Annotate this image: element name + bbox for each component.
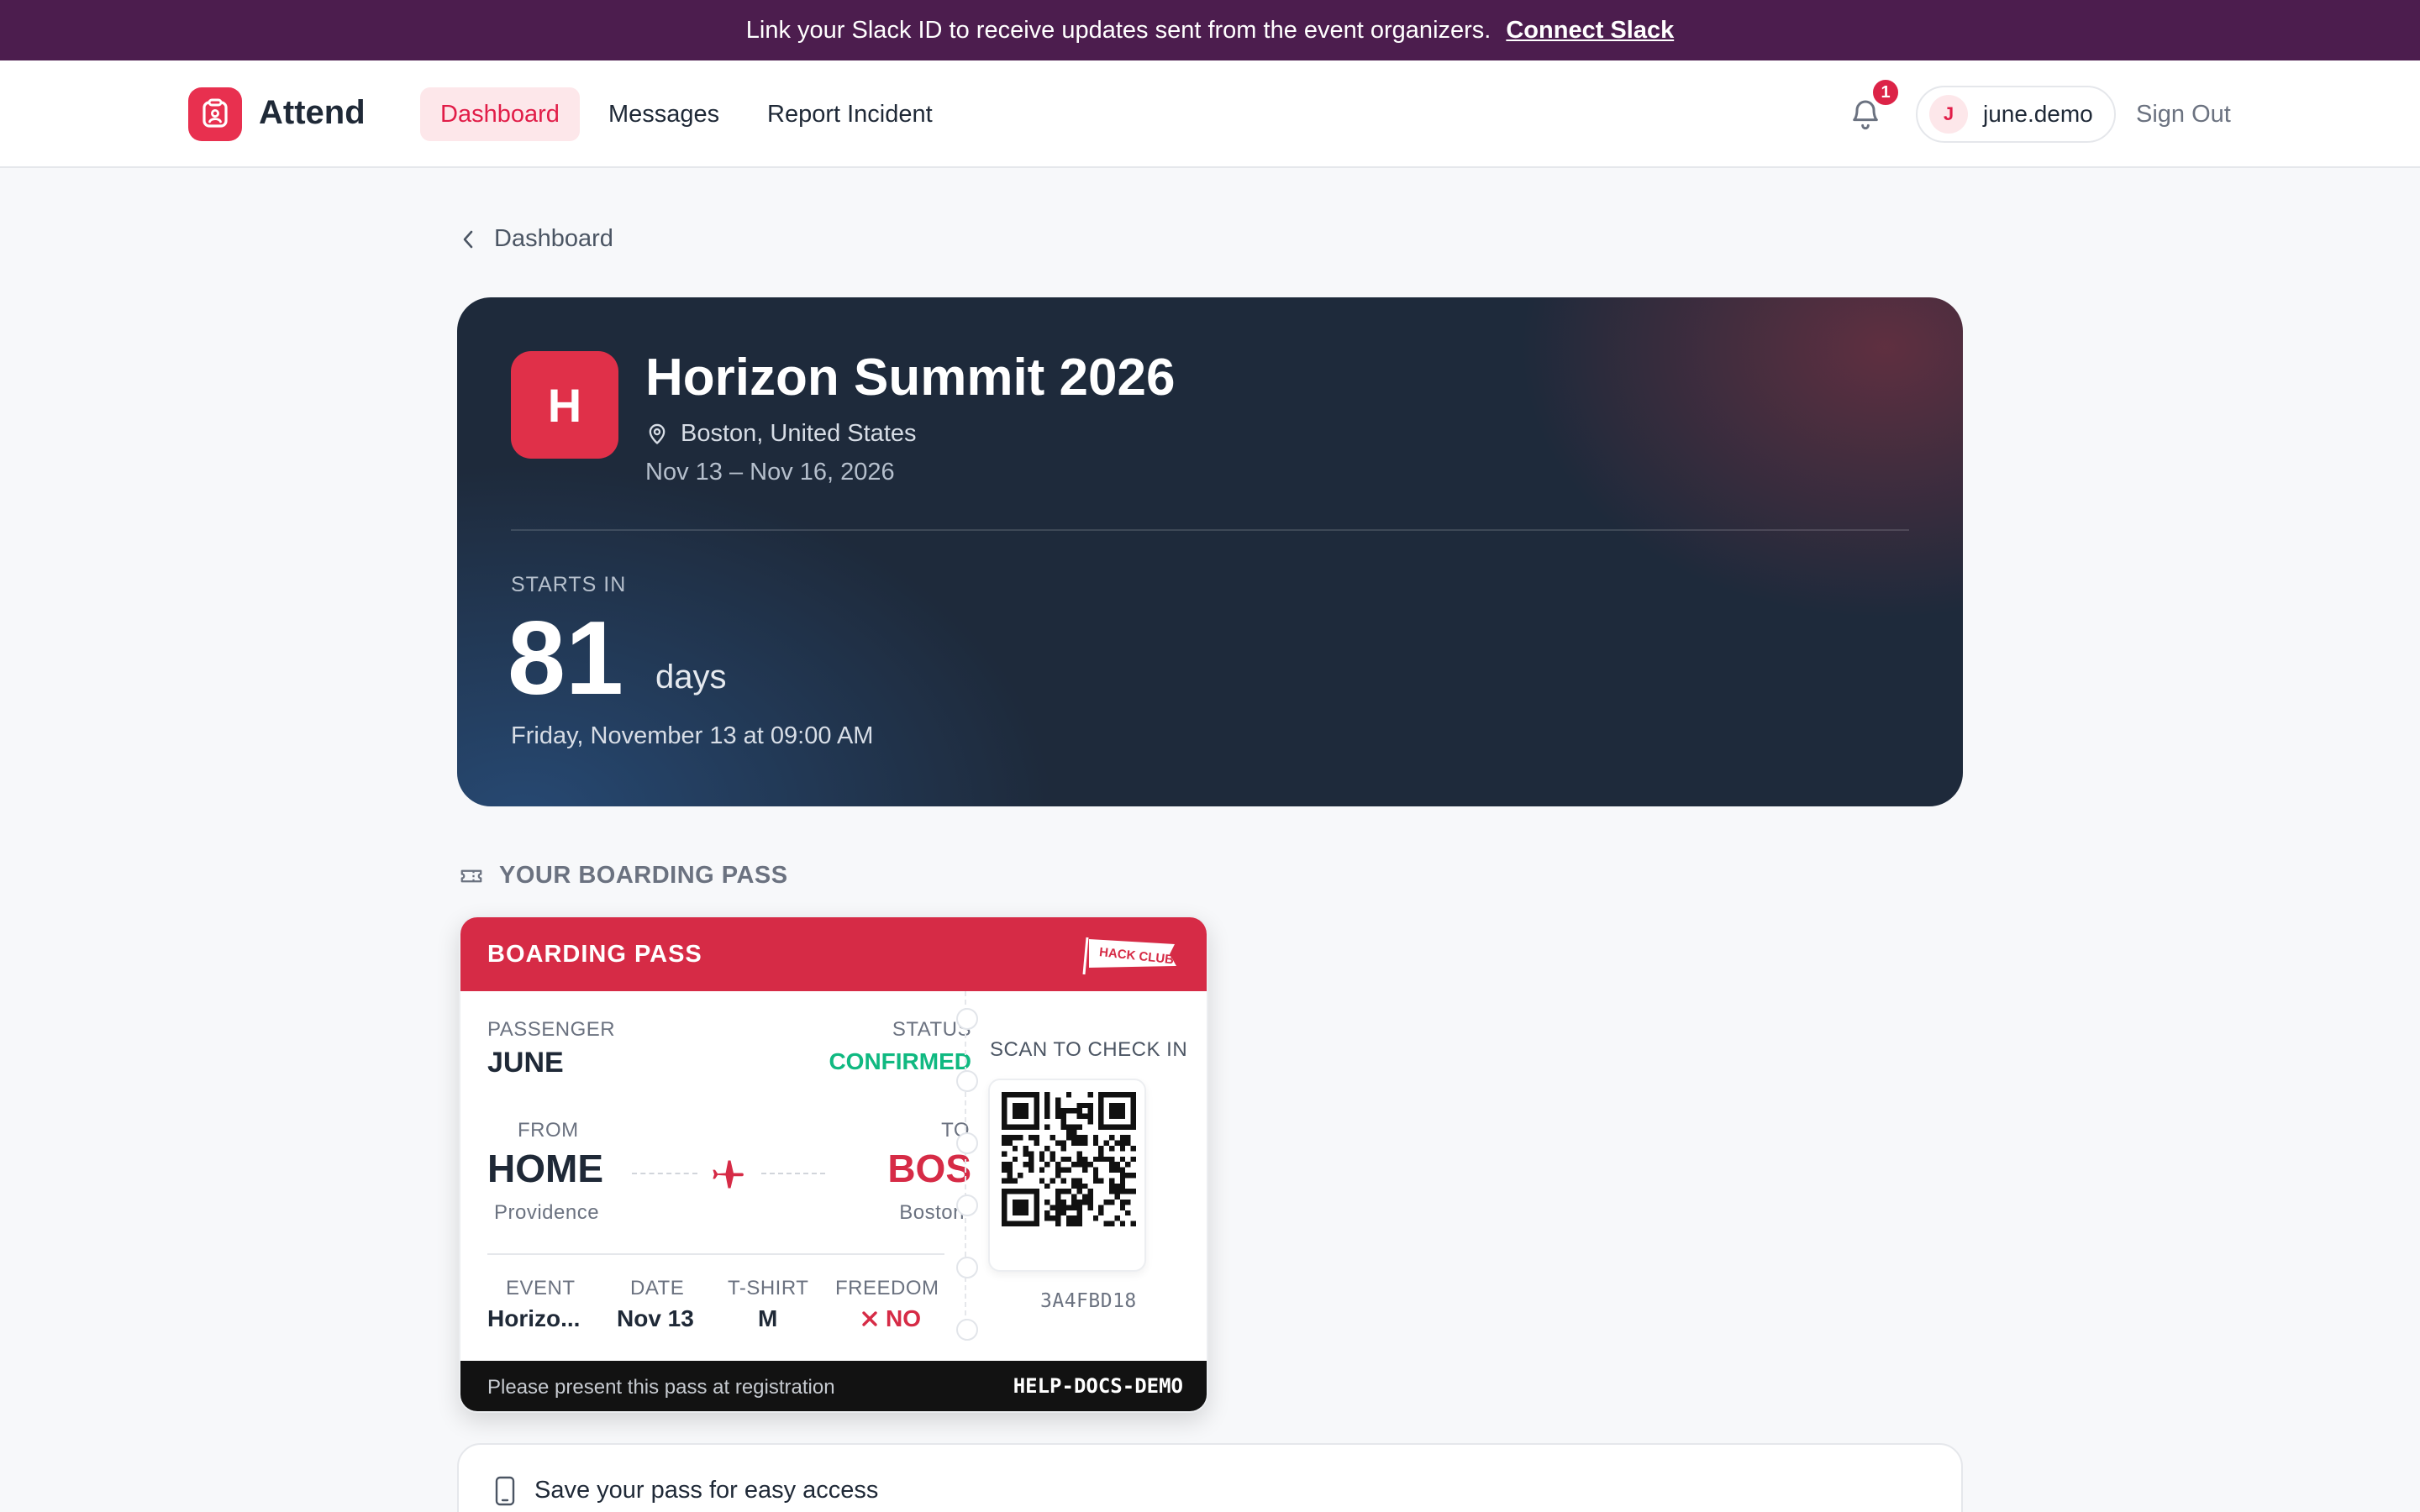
map-pin-icon (649, 423, 666, 444)
from-code: HOME (487, 1147, 603, 1190)
footer-note: Please present this pass at registration (487, 1376, 835, 1399)
boarding-pass-footer: Please present this pass at registration… (460, 1361, 1207, 1411)
boarding-pass-title: BOARDING PASS (487, 941, 702, 968)
status-badge: CONFIRMED (829, 1048, 971, 1074)
sign-out-button[interactable]: Sign Out (2136, 101, 2231, 129)
perforation-hole (956, 1194, 978, 1216)
boarding-section-label: YOUR BOARDING PASS (499, 862, 788, 889)
nav-dashboard[interactable]: Dashboard (420, 87, 580, 141)
save-pass-card[interactable]: Save your pass for easy access (457, 1443, 1963, 1512)
qr-code-card[interactable] (988, 1079, 1146, 1272)
user-menu[interactable]: J june.demo (1916, 86, 2116, 143)
countdown-value: 81 (508, 601, 623, 717)
to-code: BOS (887, 1147, 971, 1190)
chevron-left-icon (463, 230, 473, 248)
from-label: FROM (518, 1119, 579, 1142)
event-location-text: Boston, United States (681, 420, 917, 447)
nav-report-incident[interactable]: Report Incident (747, 87, 953, 141)
boarding-section-heading: YOUR BOARDING PASS (459, 862, 788, 890)
freedom-value: NO (860, 1305, 921, 1332)
route-dash-left (632, 1173, 697, 1174)
tshirt-label: T-SHIRT (728, 1277, 809, 1299)
freedom-value-text: NO (886, 1305, 921, 1331)
top-navbar: Attend Dashboard Messages Report Inciden… (0, 60, 2420, 168)
phone-icon (495, 1476, 515, 1506)
date-label: DATE (630, 1277, 685, 1299)
event-location: Boston, United States (645, 420, 917, 448)
x-icon (862, 1311, 877, 1326)
tshirt-value: M (758, 1305, 778, 1331)
connect-slack-link[interactable]: Connect Slack (1506, 17, 1674, 45)
notification-badge: 1 (1870, 77, 1901, 108)
route-dash-right (761, 1173, 825, 1174)
passenger-name: JUNE (487, 1047, 564, 1079)
back-label: Dashboard (494, 225, 613, 252)
brand-name: Attend (259, 94, 366, 131)
to-city: Boston (899, 1201, 965, 1224)
perforation-hole (956, 1008, 978, 1030)
event-value: Horizo... (487, 1305, 581, 1331)
countdown-unit: days (655, 659, 727, 696)
event-hero-card: H Horizon Summit 2026 Boston, United Sta… (457, 297, 1963, 806)
event-label: EVENT (506, 1277, 576, 1299)
back-to-dashboard[interactable]: Dashboard (459, 225, 613, 253)
perforation-hole (956, 1070, 978, 1092)
perforation-hole (956, 1257, 978, 1278)
avatar: J (1929, 95, 1968, 134)
pass-perforation (965, 991, 966, 1341)
flag-icon: HACK CLUB (1082, 937, 1176, 975)
hack-club-flag: HACK CLUB (1081, 934, 1181, 982)
event-initial-tile: H (511, 351, 618, 459)
event-start-datetime: Friday, November 13 at 09:00 AM (511, 722, 874, 749)
boarding-pass-card: BOARDING PASS HACK CLUB PASSENGER JUNE S… (459, 916, 1208, 1413)
date-value: Nov 13 (617, 1305, 694, 1331)
username: june.demo (1983, 101, 2093, 127)
scan-label: SCAN TO CHECK IN (990, 1038, 1188, 1061)
starts-in-label: STARTS IN (511, 573, 627, 596)
freedom-label: FREEDOM (835, 1277, 939, 1299)
slack-banner: Link your Slack ID to receive updates se… (0, 0, 2420, 60)
qr-code-icon (1002, 1092, 1136, 1226)
ticket-icon (460, 869, 482, 882)
airplane-icon (713, 1160, 744, 1189)
perforation-hole (956, 1319, 978, 1341)
banner-message: Link your Slack ID to receive updates se… (745, 16, 1491, 44)
event-title: Horizon Summit 2026 (645, 349, 1176, 407)
boarding-pass-header: BOARDING PASS HACK CLUB (460, 917, 1207, 991)
ticket-app-icon (203, 98, 228, 128)
save-pass-title: Save your pass for easy access (534, 1477, 879, 1504)
event-dates: Nov 13 – Nov 16, 2026 (645, 459, 895, 486)
nav-messages[interactable]: Messages (588, 87, 739, 141)
pass-details-divider (487, 1253, 944, 1255)
footer-code: HELP-DOCS-DEMO (1013, 1374, 1183, 1398)
hero-divider (511, 529, 1909, 531)
passenger-label: PASSENGER (487, 1018, 616, 1041)
perforation-hole (956, 1132, 978, 1154)
app-logo[interactable] (188, 87, 242, 141)
pass-id: 3A4FBD18 (1040, 1290, 1137, 1312)
from-city: Providence (494, 1201, 600, 1224)
